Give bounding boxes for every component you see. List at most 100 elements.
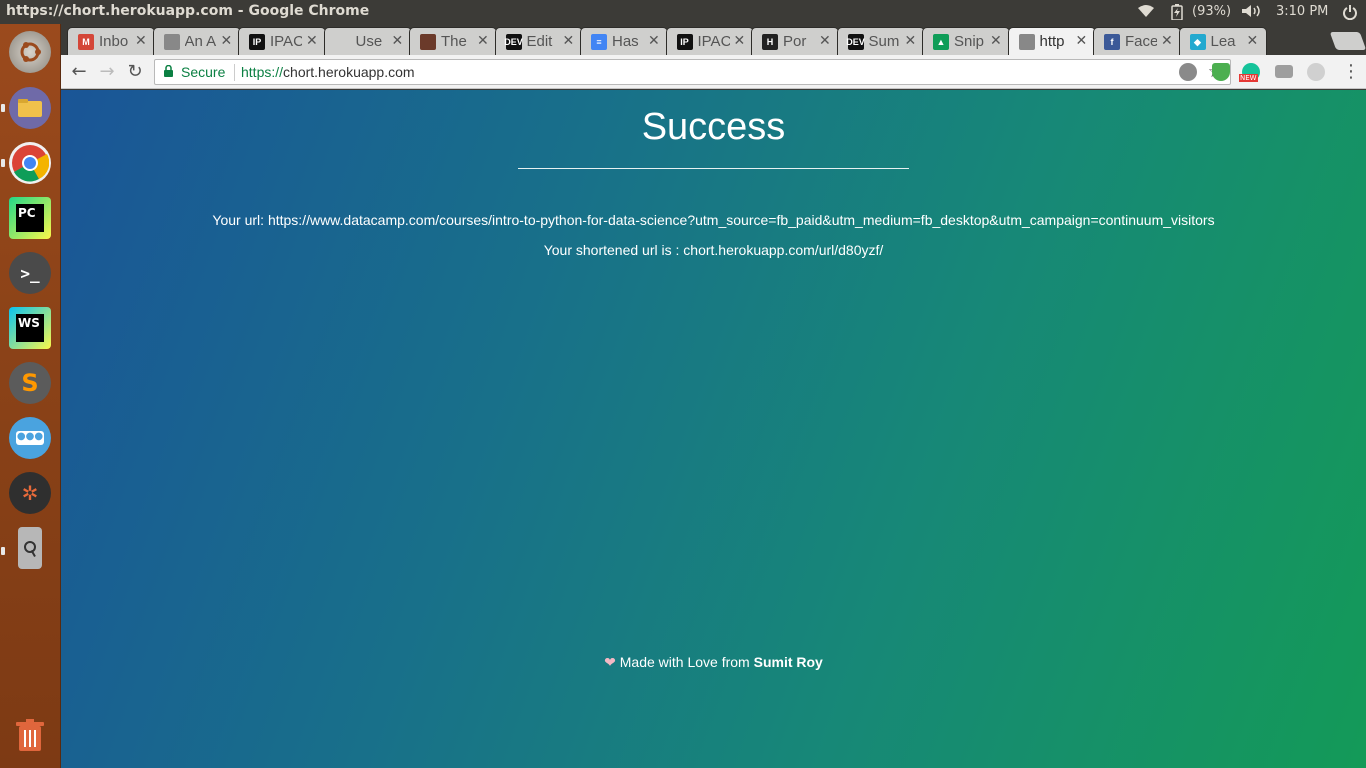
volume-icon[interactable]	[1241, 4, 1263, 22]
page-viewport: Success Your url: https://www.datacamp.c…	[61, 90, 1366, 768]
battery-charging-icon[interactable]	[1171, 4, 1183, 24]
tab-4[interactable]: Use ✕	[323, 27, 412, 55]
tab-12[interactable]: http ✕	[1007, 27, 1096, 55]
tab-close-icon[interactable]: ✕	[392, 32, 404, 49]
tab-close-icon[interactable]: ✕	[221, 32, 233, 49]
power-icon[interactable]	[1342, 4, 1358, 24]
url-host: chort.herokuapp.com	[283, 64, 415, 80]
tab-label: Use	[355, 33, 383, 50]
tab-13[interactable]: f Face ✕	[1093, 27, 1181, 55]
pycharm-icon[interactable]: PC	[9, 197, 51, 239]
top-panel: https://chort.herokuapp.com - Google Chr…	[0, 0, 1366, 24]
tab-close-icon[interactable]: ✕	[905, 32, 917, 49]
screenshot-app-icon[interactable]	[18, 527, 42, 569]
tab-close-icon[interactable]: ✕	[648, 32, 660, 49]
tab-label: Has	[612, 33, 639, 50]
facebook-icon: f	[1104, 34, 1120, 50]
tab-label: Edit	[526, 33, 553, 50]
webstorm-icon[interactable]: WS	[9, 307, 51, 349]
grammarly-icon[interactable]: NEW	[1239, 63, 1260, 82]
tab-1[interactable]: M Inbo ✕	[67, 27, 155, 55]
window-title: https://chort.herokuapp.com - Google Chr…	[6, 3, 370, 19]
battery-percent[interactable]: (93%)	[1192, 4, 1231, 19]
tab-close-icon[interactable]: ✕	[563, 32, 575, 49]
tab-3[interactable]: IP IPAC ✕	[238, 27, 326, 55]
forward-icon[interactable]: →	[95, 60, 119, 84]
tab-strip: M Inbo ✕ An A ✕ IP IPAC ✕ Use ✕ The ✕ DEV Edit ✕ ≡ Has ✕ I…	[61, 24, 1366, 55]
original-url-line: Your url: https://www.datacamp.com/cours…	[61, 212, 1366, 228]
trash-icon[interactable]	[9, 714, 51, 756]
tab-close-icon[interactable]: ✕	[306, 32, 318, 49]
address-bar[interactable]: Secure https://chort.herokuapp.com ☆	[154, 59, 1231, 85]
ipacct-icon: IP	[249, 34, 265, 50]
chrome-icon[interactable]	[9, 142, 51, 184]
files-icon[interactable]	[9, 87, 51, 129]
running-indicator	[1, 159, 5, 167]
reload-icon[interactable]: ↻	[123, 60, 147, 84]
messaging-icon[interactable]: ●●●	[9, 417, 51, 459]
tab-9[interactable]: H Por ✕	[751, 27, 839, 55]
drive-icon: ▲	[933, 34, 949, 50]
tab-7[interactable]: ≡ Has ✕	[580, 27, 668, 55]
camera-extension-icon[interactable]	[1275, 65, 1293, 78]
tab-close-icon[interactable]: ✕	[734, 32, 746, 49]
tab-label: Snip	[954, 33, 985, 50]
tab-11[interactable]: ▲ Snip ✕	[922, 27, 1010, 55]
ghost-extension-icon[interactable]	[1179, 63, 1197, 81]
dev-icon: DEV	[846, 34, 865, 50]
footer-text: Made with Love from	[619, 654, 754, 670]
docs-icon: ≡	[591, 34, 607, 50]
browser-toolbar: ← → ↻ Secure https://chort.herokuapp.com…	[61, 55, 1366, 89]
tab-close-icon[interactable]: ✕	[1076, 32, 1088, 49]
tab-8[interactable]: IP IPAC ✕	[665, 27, 754, 55]
gmail-icon: M	[78, 34, 94, 50]
page-icon	[163, 34, 180, 50]
tab-10[interactable]: DEV Sum ✕	[836, 27, 925, 55]
h-icon: H	[762, 34, 778, 50]
lock-icon	[164, 65, 173, 77]
tab-14[interactable]: ◆ Lea ✕	[1178, 27, 1267, 55]
tab-label: Inbo	[99, 33, 129, 50]
original-url-label: Your url:	[212, 212, 268, 228]
tab-label: Lea	[1210, 33, 1236, 50]
tab-close-icon[interactable]: ✕	[990, 32, 1002, 49]
shield-extension-icon[interactable]	[1212, 63, 1230, 81]
tab-close-icon[interactable]: ✕	[819, 32, 831, 49]
tab-label: The	[441, 33, 467, 50]
url-text[interactable]: https://chort.herokuapp.com	[241, 64, 415, 80]
short-url[interactable]: chort.herokuapp.com/url/d80yzf/	[683, 242, 883, 258]
author-name: Sumit Roy	[753, 654, 823, 670]
wifi-icon[interactable]	[1137, 4, 1155, 22]
original-url: https://www.datacamp.com/courses/intro-t…	[267, 212, 1215, 228]
tab-2[interactable]: An A ✕	[152, 27, 241, 55]
footer: ❤ Made with Love from Sumit Roy	[61, 654, 1366, 671]
tab-close-icon[interactable]: ✕	[1161, 32, 1173, 49]
back-icon[interactable]: ←	[67, 60, 91, 84]
shield-icon: ◆	[1189, 34, 1206, 50]
tab-close-icon[interactable]: ✕	[477, 32, 489, 49]
heart-icon: ❤	[604, 654, 616, 670]
new-tab-button[interactable]	[1329, 32, 1366, 50]
terminal-icon[interactable]: >_	[9, 252, 51, 294]
secure-label: Secure	[181, 64, 226, 80]
menu-icon[interactable]: ⋮	[1342, 61, 1360, 82]
clock[interactable]: 3:10 PM	[1276, 4, 1328, 19]
tab-label: Por	[783, 33, 807, 50]
tab-5[interactable]: The ✕	[409, 27, 497, 55]
tab-close-icon[interactable]: ✕	[135, 32, 147, 49]
ipacct-icon: IP	[676, 34, 693, 50]
blank-icon	[334, 34, 351, 50]
sublime-icon[interactable]: S	[9, 362, 51, 404]
short-url-line: Your shortened url is : chort.herokuapp.…	[61, 242, 1366, 258]
tab-label: Sum	[868, 33, 900, 50]
sync-extension-icon[interactable]	[1307, 63, 1325, 81]
dev-icon: DEV	[504, 34, 523, 50]
tab-6[interactable]: DEV Edit ✕	[494, 27, 583, 55]
running-indicator	[1, 104, 5, 112]
tab-label: Face	[1125, 33, 1157, 50]
settings-gear-icon[interactable]: ✲	[9, 472, 51, 514]
launcher: PC >_ WS S ●●● ✲	[0, 24, 61, 768]
running-indicator	[1, 547, 5, 555]
ubuntu-dash-icon[interactable]	[9, 31, 51, 73]
tab-close-icon[interactable]: ✕	[1247, 32, 1259, 49]
